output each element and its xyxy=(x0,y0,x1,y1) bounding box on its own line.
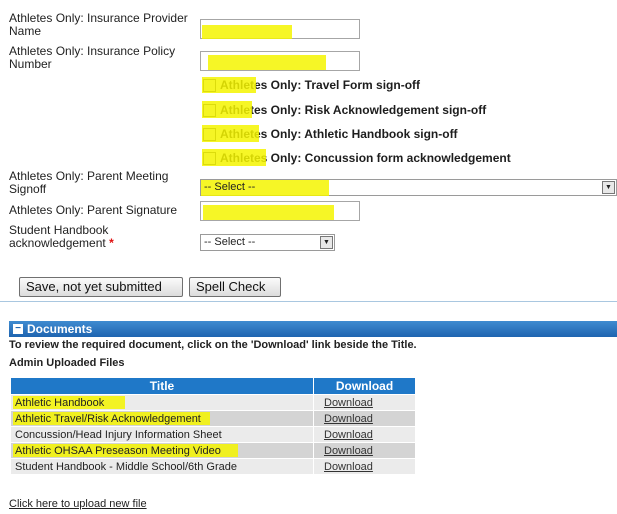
download-link[interactable]: Download xyxy=(324,461,373,473)
form-panel: Athletes Only: Insurance Provider Name A… xyxy=(0,0,617,302)
documents-instruction: To review the required document, click o… xyxy=(9,339,417,351)
chevron-down-icon[interactable]: ▼ xyxy=(320,236,333,249)
admin-files-label: Admin Uploaded Files xyxy=(9,357,125,369)
insurance-policy-label: Athletes Only: Insurance Policy Number xyxy=(9,44,176,71)
collapse-icon[interactable]: − xyxy=(13,324,23,334)
download-column-header: Download xyxy=(313,377,416,395)
required-marker: * xyxy=(109,236,114,250)
document-title-cell: Student Handbook - Middle School/6th Gra… xyxy=(10,458,314,475)
spell-check-button[interactable]: Spell Check xyxy=(189,277,281,297)
student-handbook-select-value: -- Select -- xyxy=(204,236,256,248)
download-cell: Download xyxy=(313,458,416,475)
document-title-cell: Concussion/Head Injury Information Sheet xyxy=(10,426,314,443)
insurance-provider-label: Athletes Only: Insurance Provider Name xyxy=(9,11,188,38)
document-title-cell: Athletic Travel/Risk Acknowledgement xyxy=(10,410,314,427)
highlight-mark xyxy=(202,101,252,118)
highlight-mark xyxy=(202,25,292,39)
documents-header[interactable]: − Documents xyxy=(9,321,617,337)
highlight-mark xyxy=(202,77,256,93)
download-link[interactable]: Download xyxy=(324,397,373,409)
download-link[interactable]: Download xyxy=(324,445,373,457)
risk-ack-label: Athletes Only: Risk Acknowledgement sign… xyxy=(220,103,487,117)
download-link[interactable]: Download xyxy=(324,429,373,441)
download-cell: Download xyxy=(313,394,416,411)
highlight-mark xyxy=(203,205,334,220)
document-title: Athletic Handbook xyxy=(15,396,105,409)
highlight-mark xyxy=(202,125,259,142)
save-not-submitted-button[interactable]: Save, not yet submitted xyxy=(19,277,183,297)
student-handbook-select[interactable]: -- Select -- ▼ xyxy=(200,234,335,251)
document-title-cell: Athletic OHSAA Preseason Meeting Video xyxy=(10,442,314,459)
document-title: Athletic OHSAA Preseason Meeting Video xyxy=(15,444,221,457)
student-handbook-label: Student Handbook acknowledgement * xyxy=(9,224,129,250)
document-title-cell: Athletic Handbook xyxy=(10,394,314,411)
table-row: Concussion/Head Injury Information Sheet… xyxy=(10,426,416,443)
highlight-mark xyxy=(208,55,326,70)
table-row: Athletic Handbook Download xyxy=(10,394,416,411)
table-row: Athletic OHSAA Preseason Meeting Video D… xyxy=(10,442,416,459)
table-row: Student Handbook - Middle School/6th Gra… xyxy=(10,458,416,475)
chevron-down-icon[interactable]: ▼ xyxy=(602,181,615,194)
title-column-header: Title xyxy=(10,377,314,395)
download-cell: Download xyxy=(313,426,416,443)
download-link[interactable]: Download xyxy=(324,413,373,425)
upload-new-file-link[interactable]: Click here to upload new file xyxy=(9,498,147,510)
document-title: Student Handbook - Middle School/6th Gra… xyxy=(15,460,237,473)
parent-meeting-select-value: -- Select -- xyxy=(204,181,256,193)
document-title: Concussion/Head Injury Information Sheet xyxy=(15,428,222,441)
documents-title: Documents xyxy=(27,322,93,336)
download-cell: Download xyxy=(313,410,416,427)
document-title: Athletic Travel/Risk Acknowledgement xyxy=(15,412,201,425)
table-row: Athletic Travel/Risk Acknowledgement Dow… xyxy=(10,410,416,427)
parent-meeting-label: Athletes Only: Parent Meeting Signoff xyxy=(9,169,169,196)
documents-table: Title Download Athletic Handbook Downloa… xyxy=(10,377,416,475)
student-handbook-label-text: Student Handbook acknowledgement xyxy=(9,223,109,250)
download-cell: Download xyxy=(313,442,416,459)
highlight-mark xyxy=(202,149,266,166)
parent-signature-label: Athletes Only: Parent Signature xyxy=(9,203,178,217)
